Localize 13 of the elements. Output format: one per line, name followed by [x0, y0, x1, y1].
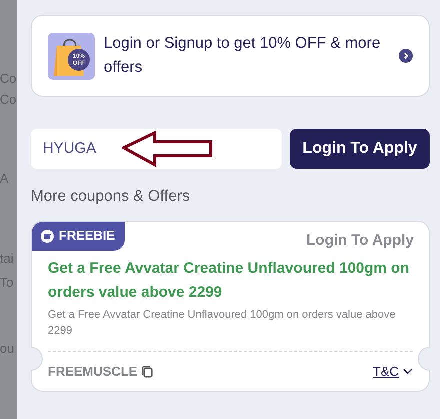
coupon-code[interactable]: FREEMUSCLE: [48, 362, 153, 382]
gift-icon: [41, 230, 54, 242]
login-to-apply-button[interactable]: Login To Apply: [290, 129, 430, 169]
section-title: More coupons & Offers: [31, 187, 192, 207]
coupon-description: Get a Free Avvatar Creatine Unflavoured 100gm on orders value above 2299: [47, 308, 397, 339]
chevron-down-icon[interactable]: [403, 368, 413, 375]
coupon-title: Get a Free Avvatar Creatine Unflavoured 100gm on orders value above 2299: [47, 258, 411, 303]
copy-icon[interactable]: [142, 366, 153, 378]
terms-link[interactable]: T&C: [373, 362, 399, 382]
coupon-code-field[interactable]: HYUGA: [31, 129, 282, 169]
freebie-tag: FREEBIE: [32, 222, 126, 251]
chevron-right-icon[interactable]: [399, 49, 413, 63]
login-offer-text: Login or Signup to get 10% OFF & more offers: [104, 34, 382, 78]
